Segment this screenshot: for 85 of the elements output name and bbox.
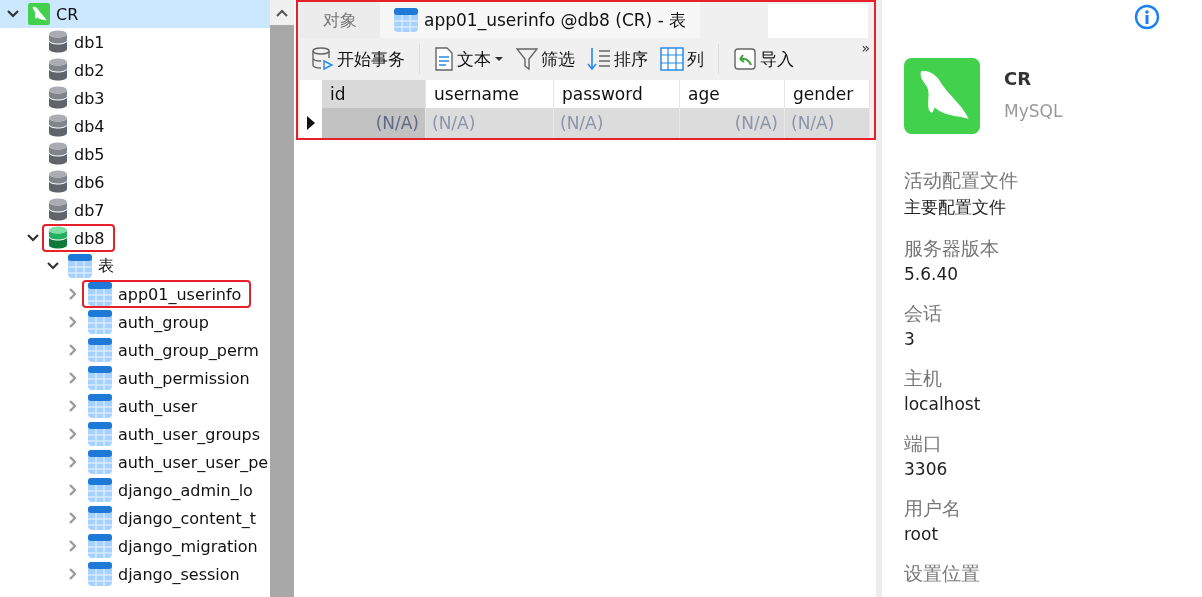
table-icon xyxy=(88,394,112,418)
tab[interactable]: app01_userinfo @db8 (CR) - 表 xyxy=(380,2,701,38)
column-header[interactable]: username xyxy=(426,80,554,108)
table-icon xyxy=(68,254,92,278)
column-header[interactable]: id xyxy=(322,80,426,108)
toolbar-button[interactable]: 列 xyxy=(656,45,708,73)
columns-icon xyxy=(660,47,684,71)
tree-item[interactable]: auth_user_groups xyxy=(0,420,270,448)
database-icon xyxy=(48,226,68,250)
highlight-frame: db8 xyxy=(44,226,113,250)
transaction-icon xyxy=(312,47,334,71)
scroll-up-icon[interactable] xyxy=(275,7,289,18)
column-header[interactable]: age xyxy=(680,80,785,108)
tree-item[interactable]: db3 xyxy=(0,84,270,112)
mysql-logo-icon xyxy=(904,58,980,134)
table-icon xyxy=(88,534,112,558)
import-icon xyxy=(733,47,757,71)
caret-icon xyxy=(494,56,504,62)
database-icon xyxy=(48,198,68,222)
tree-item[interactable]: auth_user_user_pe xyxy=(0,448,270,476)
tree-item[interactable]: app01_userinfo xyxy=(0,280,270,308)
table-icon xyxy=(88,562,112,586)
scrollbar[interactable] xyxy=(270,0,294,597)
table-icon xyxy=(88,310,112,334)
toolbar-button[interactable]: 排序 xyxy=(583,45,652,73)
tree-item[interactable]: db1 xyxy=(0,28,270,56)
tree-item[interactable]: auth_group_perm xyxy=(0,336,270,364)
tree-item[interactable]: db4 xyxy=(0,112,270,140)
table-icon xyxy=(88,506,112,530)
field-label: 活动配置文件 xyxy=(904,168,1019,193)
table-icon xyxy=(88,478,112,502)
tree-item[interactable]: django_content_t xyxy=(0,504,270,532)
database-icon xyxy=(48,86,68,110)
tree-item[interactable]: django_migration xyxy=(0,532,270,560)
tree-item[interactable]: db7 xyxy=(0,196,270,224)
table-icon xyxy=(88,338,112,362)
document-icon xyxy=(434,47,454,71)
connection-type: MySQL xyxy=(1004,101,1063,121)
highlight-frame: app01_userinfo xyxy=(84,282,250,306)
filter-icon xyxy=(516,47,538,71)
table-icon xyxy=(394,8,418,32)
field-label: 用户名 xyxy=(904,496,962,521)
database-icon xyxy=(48,30,68,54)
field-value: 5.6.40 xyxy=(904,264,960,284)
tree-item[interactable]: django_session xyxy=(0,560,270,588)
field-value: 3306 xyxy=(904,459,949,479)
tree-item[interactable]: auth_permission xyxy=(0,364,270,392)
toolbar-button[interactable]: 筛选 xyxy=(512,45,579,73)
table-icon xyxy=(88,450,112,474)
database-icon xyxy=(48,114,68,138)
field-label: 设置位置 xyxy=(904,561,981,586)
field-label: 主机 xyxy=(904,366,943,391)
tree-item[interactable]: db2 xyxy=(0,56,270,84)
database-icon xyxy=(48,170,68,194)
tab[interactable]: 对象 xyxy=(300,2,380,38)
field-value: localhost xyxy=(904,394,982,414)
field-value: 主要配置文件 xyxy=(904,196,1007,219)
field-label: 端口 xyxy=(904,431,943,456)
tree-item[interactable]: db5 xyxy=(0,140,270,168)
tree-item[interactable]: auth_group xyxy=(0,308,270,336)
table-icon xyxy=(88,422,112,446)
info-icon[interactable] xyxy=(1134,4,1160,30)
sort-icon xyxy=(587,47,611,71)
tree-item[interactable]: db8 xyxy=(0,224,270,252)
database-icon xyxy=(48,142,68,166)
tree-item[interactable]: 表 xyxy=(0,252,270,280)
connection-name: CR xyxy=(1004,68,1033,89)
table-icon xyxy=(88,366,112,390)
tree-item[interactable]: django_admin_lo xyxy=(0,476,270,504)
table-icon xyxy=(88,282,112,306)
column-header[interactable]: password xyxy=(554,80,680,108)
toolbar-button[interactable]: 文本 xyxy=(430,45,508,73)
toolbar-button[interactable]: 导入 xyxy=(729,45,798,73)
field-label: 服务器版本 xyxy=(904,236,1000,261)
column-header[interactable]: gender xyxy=(785,80,870,108)
tree-item[interactable]: db6 xyxy=(0,168,270,196)
field-label: 会话 xyxy=(904,301,943,326)
toolbar-button[interactable]: 开始事务 xyxy=(308,45,409,73)
tree-item[interactable]: auth_user xyxy=(0,392,270,420)
dolphin-logo-icon xyxy=(28,3,50,25)
field-value: 3 xyxy=(904,329,916,349)
database-icon xyxy=(48,58,68,82)
field-value: root xyxy=(904,524,940,544)
overflow-button[interactable]: » xyxy=(861,40,870,56)
tree-item[interactable]: CR xyxy=(0,0,270,28)
